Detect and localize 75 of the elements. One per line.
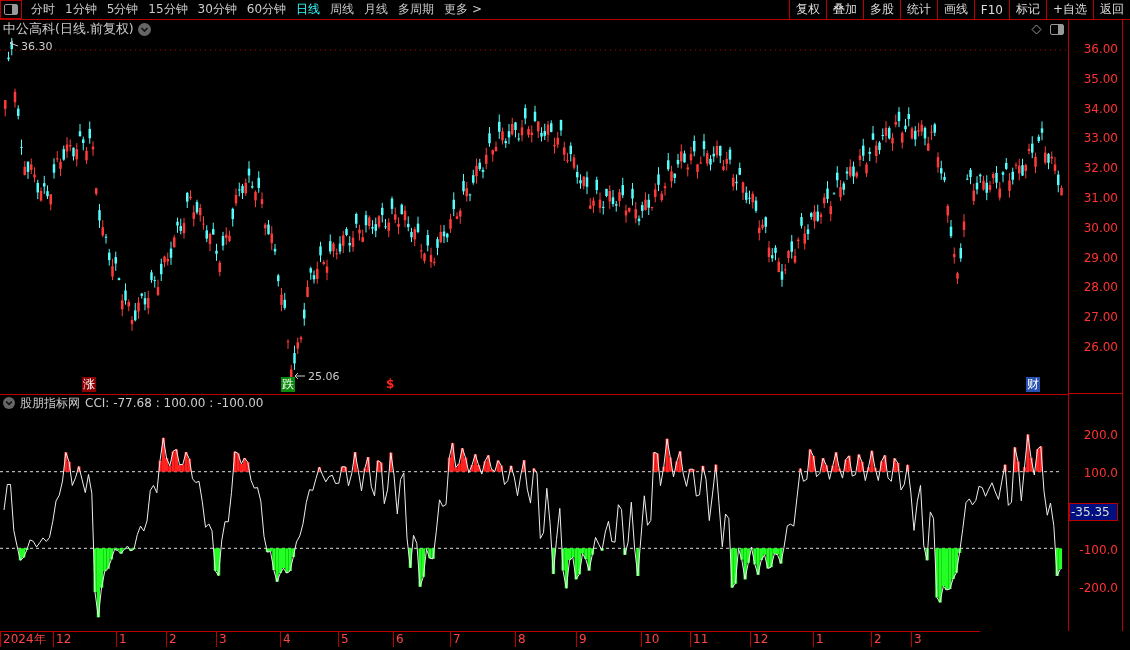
period-tab[interactable]: 更多 > [439, 1, 487, 18]
price-axis-label: 30.00 [1082, 219, 1119, 237]
period-tab[interactable]: 30分钟 [192, 1, 242, 18]
price-axis-label: 29.00 [1082, 249, 1119, 267]
event-marker[interactable]: $ [385, 377, 396, 392]
date-axis-label: 2024年 [0, 632, 53, 647]
date-axis-label: 1 [116, 632, 166, 647]
cci-axis-label: 200.0 [1082, 427, 1119, 444]
date-axis-label: 3 [216, 632, 280, 647]
date-axis-label: 10 [641, 632, 690, 647]
period-tab[interactable]: 周线 [325, 1, 360, 18]
price-axis-label: 32.00 [1082, 160, 1119, 178]
oversold-bar [925, 548, 929, 561]
date-axis-label: 4 [280, 632, 338, 647]
dropdown-icon[interactable] [137, 22, 151, 36]
period-tab[interactable]: 日线 [291, 1, 326, 18]
period-tab[interactable]: 多周期 [393, 1, 440, 18]
indicator-readout: CCI: -77.68 : 100.00 : -100.00 [85, 396, 264, 410]
oversold-bar [623, 548, 627, 555]
overbought-bar [906, 464, 910, 472]
period-tab[interactable]: 分时 [26, 1, 60, 18]
period-tab[interactable]: 15分钟 [143, 1, 193, 18]
price-axis-label: 31.00 [1082, 190, 1119, 207]
date-axis-label: 7 [450, 632, 515, 647]
overbought-bar [509, 465, 513, 472]
price-axis-label: 27.00 [1082, 309, 1119, 327]
diamond-icon[interactable] [1031, 23, 1042, 35]
price-axis-label: 33.00 [1082, 130, 1119, 148]
date-axis-label: 2 [166, 632, 216, 647]
indicator-name: 股朋指标网 [20, 394, 80, 412]
overbought-bar [798, 468, 803, 472]
oversold-bar [636, 548, 640, 576]
date-axis-label: 5 [338, 632, 393, 647]
date-axis-label: 2 [871, 632, 911, 647]
overbought-bar [77, 466, 81, 472]
price-axis-label: 28.00 [1082, 279, 1119, 297]
price-axis-label: 34.00 [1082, 100, 1119, 118]
overbought-bar [532, 468, 536, 472]
period-tab[interactable]: 60分钟 [241, 1, 292, 18]
date-axis-label: 9 [576, 632, 641, 647]
period-tab[interactable]: 月线 [359, 1, 394, 18]
date-axis-label: 12 [750, 632, 813, 647]
event-marker[interactable]: 涨 [82, 377, 96, 392]
date-axis-label: 8 [515, 632, 576, 647]
price-axis-label: 35.00 [1082, 70, 1119, 88]
overbought-bar [714, 464, 718, 472]
period-tab[interactable]: 1分钟 [60, 1, 102, 18]
stock-title: 中公高科(日线.前复权) [3, 20, 134, 38]
price-axis-label: 26.00 [1082, 338, 1119, 356]
cci-axis-label: 100.0 [1082, 465, 1119, 483]
overbought-bar [701, 465, 705, 472]
panel-toggle-icon[interactable] [1050, 23, 1064, 35]
overbought-bar [1003, 464, 1007, 472]
current-value-badge: -35.35 [1069, 502, 1118, 521]
event-marker[interactable]: 财 [1026, 377, 1040, 392]
date-axis-label: 6 [393, 632, 450, 647]
overbought-bar [522, 460, 526, 472]
oversold-bar [408, 548, 413, 568]
high-price-label: 36.30 [9, 40, 53, 53]
oversold-bar [600, 548, 604, 551]
date-axis-label: 1 [813, 632, 871, 647]
event-marker[interactable]: 跌 [281, 377, 295, 392]
oversold-bar [551, 548, 556, 574]
overbought-bar [317, 467, 322, 472]
dropdown-icon[interactable] [3, 397, 15, 409]
period-tab[interactable]: 5分钟 [101, 1, 144, 18]
panel-toggle-icon[interactable] [0, 0, 22, 19]
overbought-bar [389, 452, 393, 472]
date-axis-label: 12 [53, 632, 116, 647]
date-axis-label: 3 [911, 632, 980, 647]
cci-axis-label: -100.0 [1078, 541, 1119, 559]
price-axis-label: 36.00 [1082, 41, 1119, 58]
cci-axis-label: -200.0 [1078, 580, 1119, 598]
low-price-label: 25.06 [294, 370, 340, 383]
date-axis-label: 11 [690, 632, 750, 647]
